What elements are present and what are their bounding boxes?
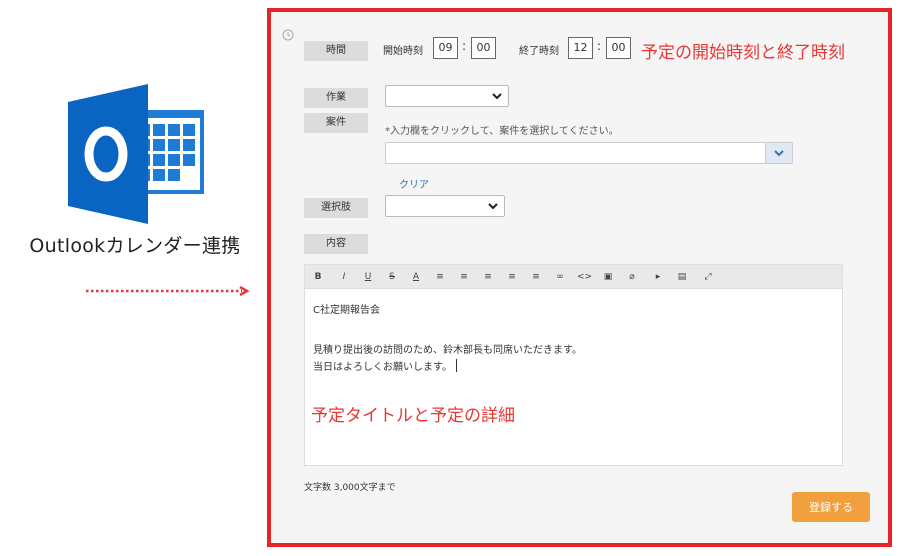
- time-label: 時間: [304, 41, 368, 61]
- content-annotation: 予定タイトルと予定の詳細: [311, 406, 515, 426]
- outlook-calendar-caption: Outlookカレンダー連携: [29, 235, 241, 257]
- end-time-colon: :: [597, 39, 602, 53]
- font-color-icon[interactable]: A: [409, 270, 423, 284]
- editor-line: 見積り提出後の訪問のため、鈴木部長も同席いただきます。: [313, 345, 582, 356]
- outlook-logo-icon: [68, 84, 208, 224]
- dotted-arrow-icon: [86, 281, 256, 297]
- content-editor[interactable]: C社定期報告会 見積り提出後の訪問のため、鈴木部長も同席いただきます。 当日はよ…: [304, 288, 843, 466]
- attachment-icon[interactable]: ⌀: [625, 270, 639, 284]
- chevron-down-icon: [488, 203, 498, 210]
- link-icon[interactable]: ∞: [553, 270, 567, 284]
- chevron-down-icon: [774, 150, 784, 157]
- video-icon[interactable]: ▸: [651, 270, 665, 284]
- start-minute-input[interactable]: 00: [471, 37, 496, 59]
- time-annotation: 予定の開始時刻と終了時刻: [641, 43, 845, 63]
- align-right-icon[interactable]: ≡: [481, 270, 495, 284]
- editor-line-text: 当日はよろしくお願いします。: [313, 362, 452, 373]
- fullscreen-icon[interactable]: ⤢: [701, 270, 715, 284]
- content-label: 内容: [304, 234, 368, 254]
- end-hour-input[interactable]: 12: [568, 37, 593, 59]
- work-select[interactable]: [385, 85, 509, 107]
- project-hint: *入力欄をクリックして、案件を選択してください。: [385, 126, 619, 137]
- align-left-icon[interactable]: ≡: [433, 270, 447, 284]
- char-limit-note: 文字数 3,000文字まで: [304, 483, 396, 493]
- italic-icon[interactable]: I: [337, 270, 351, 284]
- code-icon[interactable]: <>: [577, 270, 592, 284]
- document-icon[interactable]: ▤: [675, 270, 689, 284]
- chevron-down-icon: [492, 93, 502, 100]
- bold-icon[interactable]: B: [311, 270, 325, 284]
- start-time-label: 開始時刻: [383, 46, 423, 57]
- choice-select[interactable]: [385, 195, 505, 217]
- bullet-list-icon[interactable]: ≡: [505, 270, 519, 284]
- end-minute-input[interactable]: 00: [606, 37, 631, 59]
- editor-line-last: 当日はよろしくお願いします。: [313, 358, 457, 373]
- clock-icon: [282, 26, 294, 41]
- project-input[interactable]: [385, 142, 793, 164]
- start-hour-input[interactable]: 09: [433, 37, 458, 59]
- choice-label: 選択肢: [304, 198, 368, 218]
- underline-icon[interactable]: U: [361, 270, 375, 284]
- start-time-colon: :: [462, 39, 467, 53]
- end-time-label: 終了時刻: [519, 46, 559, 57]
- text-caret: [456, 359, 457, 372]
- project-label: 案件: [304, 113, 368, 133]
- schedule-form-panel: 時間 開始時刻 09 : 00 終了時刻 12 : 00 予定の開始時刻と終了時…: [267, 8, 892, 547]
- submit-button[interactable]: 登録する: [792, 492, 870, 522]
- strikethrough-icon[interactable]: S: [385, 270, 399, 284]
- clear-link[interactable]: クリア: [399, 176, 429, 191]
- editor-line: C社定期報告会: [313, 305, 380, 316]
- work-label: 作業: [304, 88, 368, 108]
- numbered-list-icon[interactable]: ≡: [529, 270, 543, 284]
- editor-toolbar: B I U S A ≡ ≡ ≡ ≡ ≡ ∞ <> ▣ ⌀ ▸ ▤ ⤢: [304, 264, 843, 290]
- project-dropdown-button[interactable]: [765, 143, 792, 163]
- image-icon[interactable]: ▣: [601, 270, 615, 284]
- align-center-icon[interactable]: ≡: [457, 270, 471, 284]
